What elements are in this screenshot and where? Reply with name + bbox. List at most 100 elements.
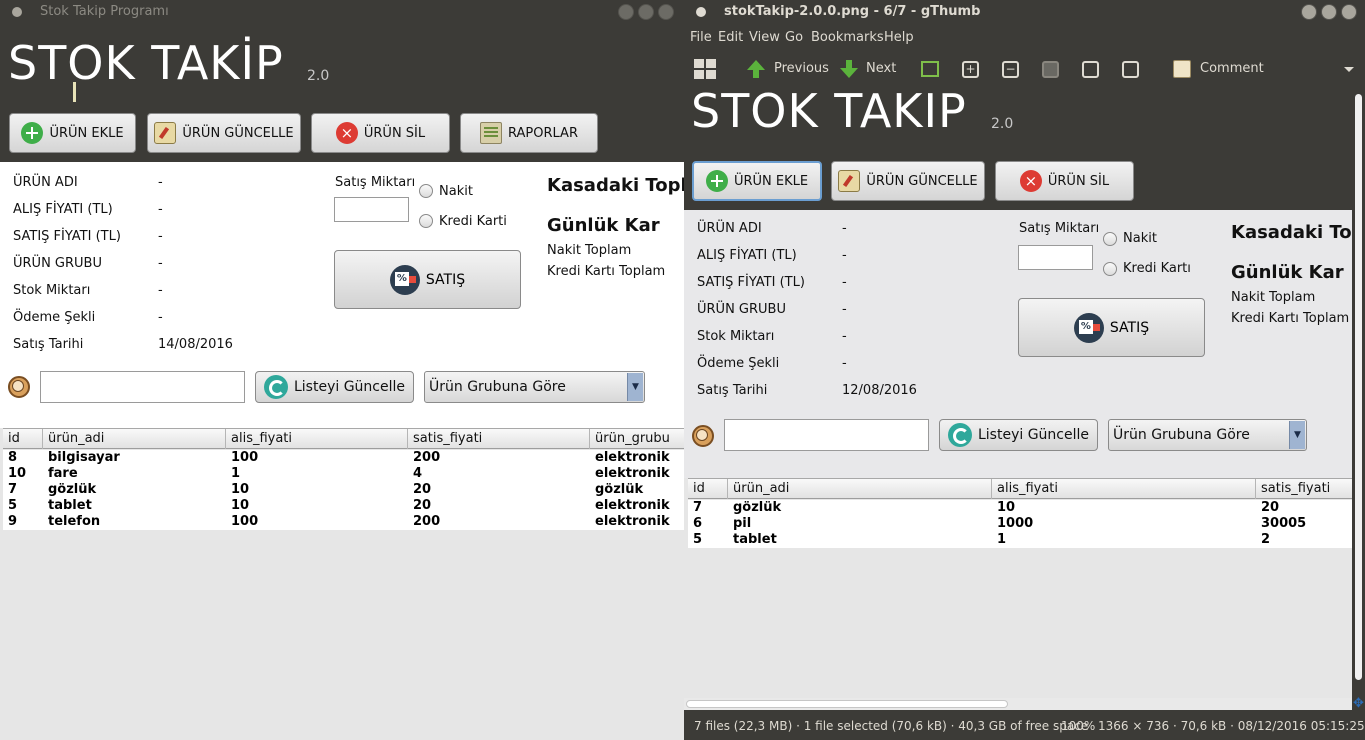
group-filter-select[interactable]: Ürün Grubuna Göre ▼	[424, 371, 645, 403]
sale-amount-label: Satış Miktarı	[1019, 221, 1100, 236]
maximize-button[interactable]	[1321, 4, 1337, 20]
update-product-button[interactable]: ÜRÜN GÜNCELLE	[147, 113, 301, 153]
payment-label: Ödeme Şekli	[13, 310, 96, 325]
column-header[interactable]: ürün_adi	[43, 429, 226, 449]
left-titlebar[interactable]: Stok Takip Programı	[0, 0, 684, 24]
credit-radio[interactable]	[1103, 262, 1117, 276]
statusbar: 7 files (22,3 MB) · 1 file selected (70,…	[684, 712, 1365, 740]
delete-product-button[interactable]: × ÜRÜN SİL	[311, 113, 450, 153]
sell-button[interactable]: SATIŞ	[1018, 298, 1205, 357]
product-table: id ürün_adi alis_fiyati satis_fiyati 7 g…	[688, 478, 1352, 698]
minimize-button[interactable]	[1301, 4, 1317, 20]
cash-radio[interactable]	[419, 184, 433, 198]
sale-amount-input[interactable]	[334, 197, 409, 222]
window-menu-icon[interactable]	[12, 7, 22, 17]
zoom-in-icon[interactable]: +	[962, 61, 979, 78]
search-icon	[692, 425, 714, 447]
move-icon[interactable]: ✥	[1352, 697, 1365, 710]
window-title: Stok Takip Programı	[40, 4, 169, 19]
search-input[interactable]	[724, 419, 929, 451]
text-cursor	[73, 82, 76, 102]
column-header[interactable]: satis_fiyati	[1256, 479, 1352, 499]
horizontal-scrollbar-thumb[interactable]	[686, 700, 1008, 708]
sell-price-label: SATIŞ FİYATI (TL)	[13, 229, 121, 244]
column-header[interactable]: id	[3, 429, 43, 449]
add-product-button[interactable]: ÜRÜN EKLE	[9, 113, 136, 153]
sell-price-value: -	[158, 229, 163, 244]
image-viewer[interactable]: STOK TAKIP 2.0 ÜRÜN EKLE ÜRÜN GÜNCELLE ×…	[684, 90, 1352, 698]
credit-label: Kredi Karti	[439, 214, 507, 229]
menu-file[interactable]: File	[690, 30, 712, 45]
browser-grid-icon[interactable]	[694, 59, 716, 79]
column-header[interactable]: satis_fiyati	[408, 429, 590, 449]
column-header[interactable]: ürün_grubu	[590, 429, 684, 449]
gthumb-titlebar[interactable]: stokTakip-2.0.0.png - 6/7 - gThumb	[684, 0, 1365, 24]
add-product-button[interactable]: ÜRÜN EKLE	[692, 161, 822, 201]
previous-arrow-icon[interactable]	[747, 60, 765, 70]
maximize-button[interactable]	[638, 4, 654, 20]
overflow-menu-icon[interactable]	[1344, 67, 1354, 72]
table-row[interactable]: 5 tablet 10 20 elektronik	[3, 498, 684, 514]
table-row[interactable]: 8 bilgisayar 100 200 elektronik	[3, 450, 684, 466]
table-row[interactable]: 7 gözlük 10 20 gözlük	[3, 482, 684, 498]
previous-button[interactable]: Previous	[774, 61, 829, 76]
refresh-list-button[interactable]: Listeyi Güncelle	[255, 371, 414, 403]
previous-arrow-stem	[753, 70, 759, 78]
table-row[interactable]: 5 tablet 1 2	[688, 532, 1352, 548]
menu-help[interactable]: Help	[884, 30, 914, 45]
fit-width-icon[interactable]	[1082, 61, 1099, 78]
product-name-label: ÜRÜN ADI	[697, 221, 762, 236]
column-header[interactable]: ürün_adi	[728, 479, 992, 499]
report-icon	[480, 122, 502, 144]
app-header: STOK TAKİP 2.0 ÜRÜN EKLE ÜRÜN GÜNCELLE ×…	[0, 24, 684, 162]
window-title: stokTakip-2.0.0.png - 6/7 - gThumb	[724, 4, 981, 19]
credit-label: Kredi Kartı	[1123, 261, 1191, 276]
menu-bookmarks[interactable]: Bookmarks	[811, 30, 884, 45]
zoom-out-icon[interactable]: −	[1002, 61, 1019, 78]
sell-price-value: -	[842, 275, 847, 290]
buy-price-value: -	[158, 202, 163, 217]
close-button[interactable]	[1341, 4, 1357, 20]
table-row[interactable]: 6 pil 1000 30005	[688, 516, 1352, 532]
table-row[interactable]: 7 gözlük 10 20	[688, 500, 1352, 516]
close-button[interactable]	[658, 4, 674, 20]
plus-icon	[705, 170, 728, 192]
status-file-info: 7 files (22,3 MB) · 1 file selected (70,…	[694, 719, 1089, 733]
vertical-scrollbar-thumb[interactable]	[1355, 94, 1362, 680]
reports-button[interactable]: RAPORLAR	[460, 113, 598, 153]
delete-product-button[interactable]: × ÜRÜN SİL	[995, 161, 1134, 201]
sale-date-label: Satış Tarihi	[697, 383, 768, 398]
next-button[interactable]: Next	[866, 61, 896, 76]
refresh-list-button[interactable]: Listeyi Güncelle	[939, 419, 1098, 451]
cash-radio[interactable]	[1103, 232, 1117, 246]
sale-amount-input[interactable]	[1018, 245, 1093, 270]
fit-window-icon[interactable]	[921, 61, 939, 77]
column-header[interactable]: id	[688, 479, 728, 499]
search-input[interactable]	[40, 371, 245, 403]
next-arrow-icon[interactable]	[840, 68, 858, 78]
sell-button[interactable]: SATIŞ	[334, 250, 521, 309]
credit-radio[interactable]	[419, 214, 433, 228]
sale-date-label: Satış Tarihi	[13, 337, 84, 352]
product-table: id ürün_adi alis_fiyati satis_fiyati ürü…	[3, 428, 684, 740]
minimize-button[interactable]	[618, 4, 634, 20]
group-filter-select[interactable]: Ürün Grubuna Göre ▼	[1108, 419, 1307, 451]
cash-label: Nakit	[1123, 231, 1157, 246]
zoom-actual-icon[interactable]	[1042, 61, 1059, 78]
column-header[interactable]: alis_fiyati	[992, 479, 1256, 499]
vertical-scrollbar[interactable]	[1352, 90, 1365, 698]
comment-button[interactable]: Comment	[1200, 61, 1264, 76]
horizontal-scrollbar[interactable]	[684, 698, 1352, 710]
menu-edit[interactable]: Edit	[718, 30, 743, 45]
column-header[interactable]: alis_fiyati	[226, 429, 408, 449]
sell-price-label: SATIŞ FİYATI (TL)	[697, 275, 805, 290]
window-menu-icon[interactable]	[696, 7, 706, 17]
table-row[interactable]: 9 telefon 100 200 elektronik	[3, 514, 684, 530]
comment-icon[interactable]	[1173, 60, 1191, 78]
menu-go[interactable]: Go	[785, 30, 803, 45]
update-product-button[interactable]: ÜRÜN GÜNCELLE	[831, 161, 985, 201]
table-row[interactable]: 10 fare 1 4 elektronik	[3, 466, 684, 482]
menu-view[interactable]: View	[749, 30, 780, 45]
fullscreen-icon[interactable]	[1122, 61, 1139, 78]
app-header: STOK TAKIP 2.0 ÜRÜN EKLE ÜRÜN GÜNCELLE ×…	[684, 90, 1352, 210]
